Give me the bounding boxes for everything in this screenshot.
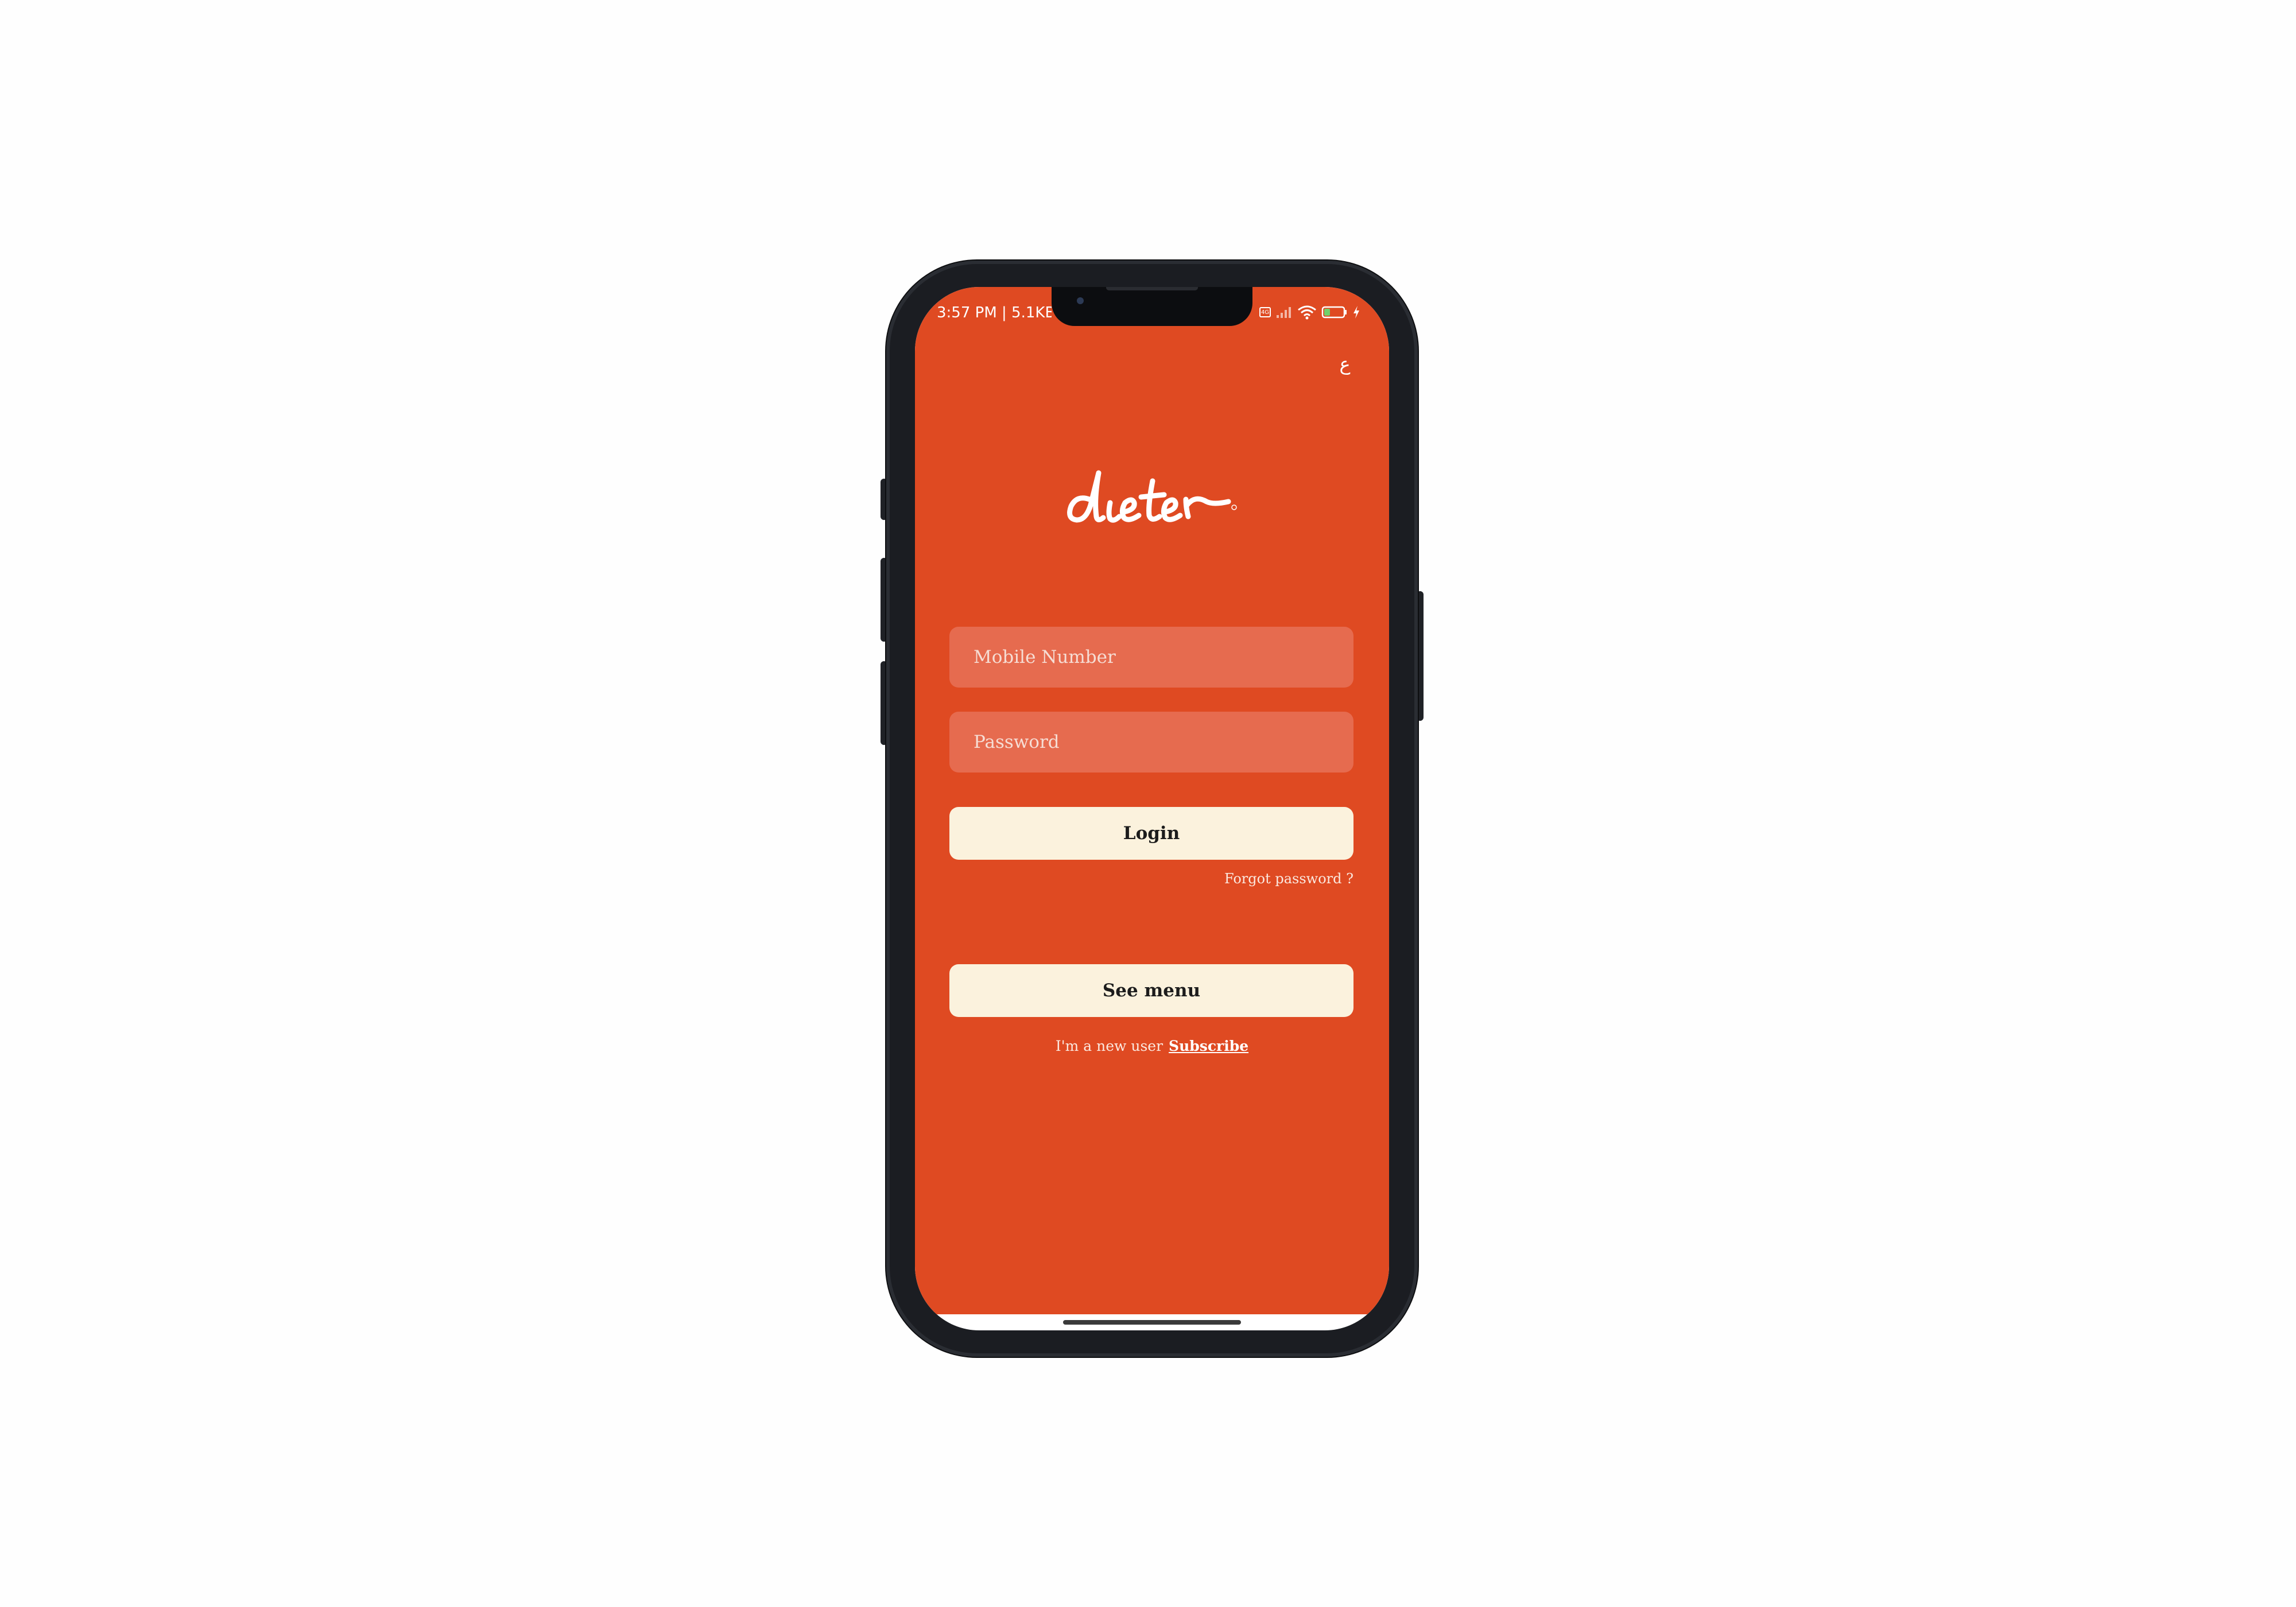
battery-icon: [1321, 306, 1347, 319]
earpiece-speaker: [1106, 287, 1198, 290]
forgot-password-link[interactable]: Forgot password ?: [1224, 871, 1353, 887]
login-button[interactable]: Login: [949, 807, 1353, 860]
dieter-logo: [1067, 470, 1237, 523]
status-time-speed: 3:57 PM | 5.1KB/: [937, 304, 1052, 321]
charging-bolt-icon: [1353, 306, 1359, 319]
wifi-icon: [1298, 305, 1316, 320]
home-indicator[interactable]: [1063, 1320, 1241, 1325]
phone-screen: 3:57 PM | 5.1KB/ 4G ع Mobile Number Logi…: [915, 287, 1389, 1330]
subscribe-link[interactable]: Subscribe: [1169, 1038, 1248, 1054]
front-camera: [1077, 297, 1084, 304]
see-menu-button[interactable]: See menu: [949, 964, 1353, 1017]
mockup-stage: 3:57 PM | 5.1KB/ 4G ع Mobile Number Logi…: [0, 0, 2296, 1607]
notch: [1052, 287, 1252, 326]
mobile-number-input[interactable]: [949, 627, 1353, 688]
app-background: [915, 287, 1389, 1314]
status-icons: 4G: [1259, 303, 1360, 321]
new-user-row: I'm a new user Subscribe: [915, 1038, 1389, 1054]
new-user-text: I'm a new user: [1055, 1038, 1163, 1054]
cellular-signal-icon: [1277, 307, 1291, 318]
language-toggle-button[interactable]: ع: [1332, 349, 1358, 379]
password-input[interactable]: [949, 712, 1353, 773]
network-badge: 4G: [1259, 307, 1271, 317]
